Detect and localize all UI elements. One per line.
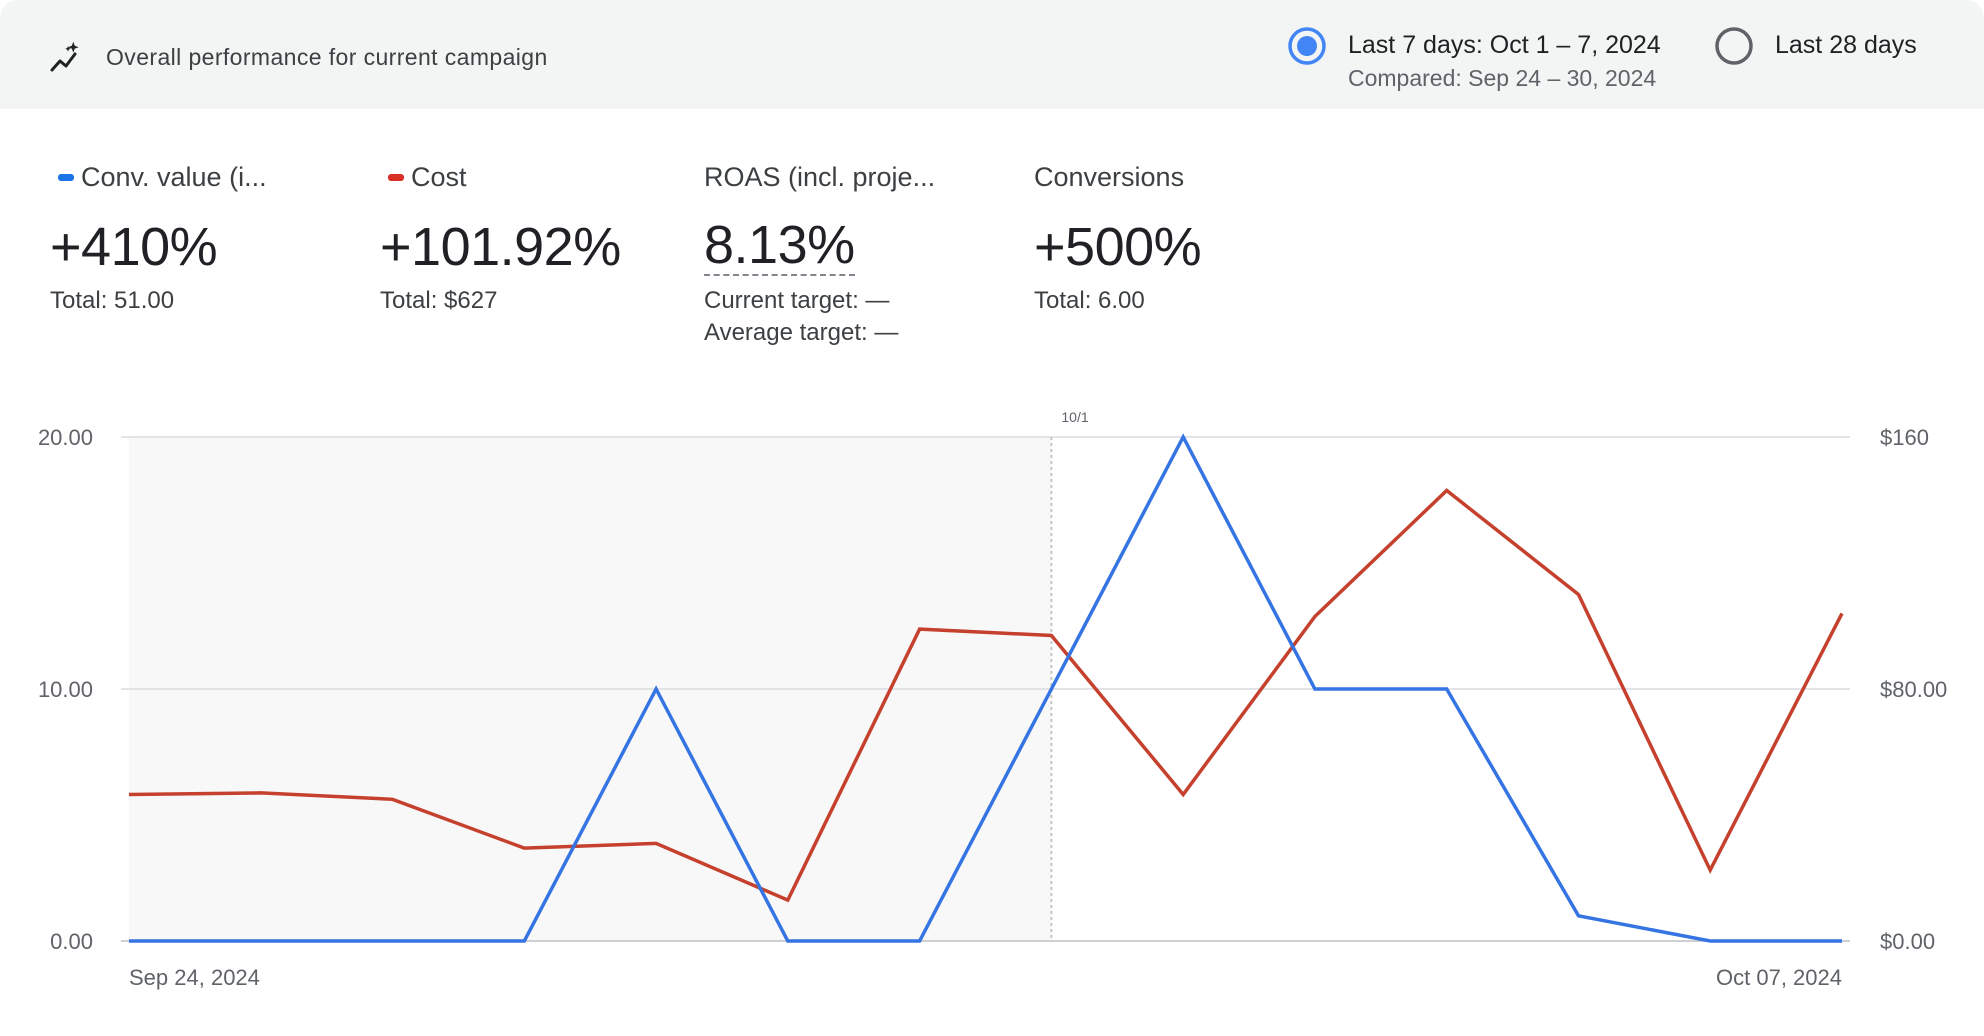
card-header: Overall performance for current campaign…	[0, 0, 1984, 109]
radio-last-28-days[interactable]	[1714, 26, 1754, 66]
metric-name: Conv. value (i...	[81, 162, 267, 192]
performance-line-chart[interactable]: 0.00 $0.00 10.00 $80.00 20.00 $160 10/1 Sep 24,…	[0, 400, 1984, 1000]
metric-total: Total: 51.00	[50, 287, 175, 314]
radio-last-28-days-label[interactable]: Last 28 days	[1775, 31, 1917, 60]
metric-value: +101.92%	[380, 217, 621, 277]
date-marker-label: 10/1	[1061, 409, 1088, 425]
y-tick-label-right: $160	[1880, 425, 1929, 450]
radio-last-7-days-label[interactable]: Last 7 days: Oct 1 – 7, 2024	[1348, 31, 1661, 60]
metric-name: Cost	[411, 162, 467, 192]
average-target-text: Average target: —	[704, 319, 899, 346]
y-tick-label-left: 20.00	[38, 425, 93, 450]
y-tick-label-left: 10.00	[38, 677, 93, 702]
current-target-text: Current target: —	[704, 287, 890, 314]
header-title: Overall performance for current campaign	[106, 44, 548, 70]
metric-value: +500%	[1034, 217, 1202, 277]
y-tick-label-left: 0.00	[50, 929, 93, 954]
metric-name: ROAS (incl. proje...	[704, 162, 936, 192]
performance-card: Overall performance for current campaign…	[0, 0, 1984, 1036]
metric-name: Conversions	[1034, 162, 1185, 192]
legend-dot-red	[388, 174, 404, 181]
metric-total: Total: $627	[380, 287, 498, 314]
legend-dot-blue	[58, 174, 74, 181]
x-tick-label: Oct 07, 2024	[1716, 965, 1842, 990]
metric-value[interactable]: 8.13%	[704, 216, 855, 276]
insights-icon	[50, 41, 79, 72]
metric-value: +410%	[50, 217, 218, 277]
x-tick-label: Sep 24, 2024	[129, 965, 260, 990]
comparison-range-text: Compared: Sep 24 – 30, 2024	[1348, 65, 1657, 91]
y-tick-label-right: $0.00	[1880, 929, 1935, 954]
metric-total: Total: 6.00	[1034, 287, 1145, 314]
y-tick-label-right: $80.00	[1880, 677, 1947, 702]
radio-last-7-days[interactable]	[1287, 26, 1327, 66]
